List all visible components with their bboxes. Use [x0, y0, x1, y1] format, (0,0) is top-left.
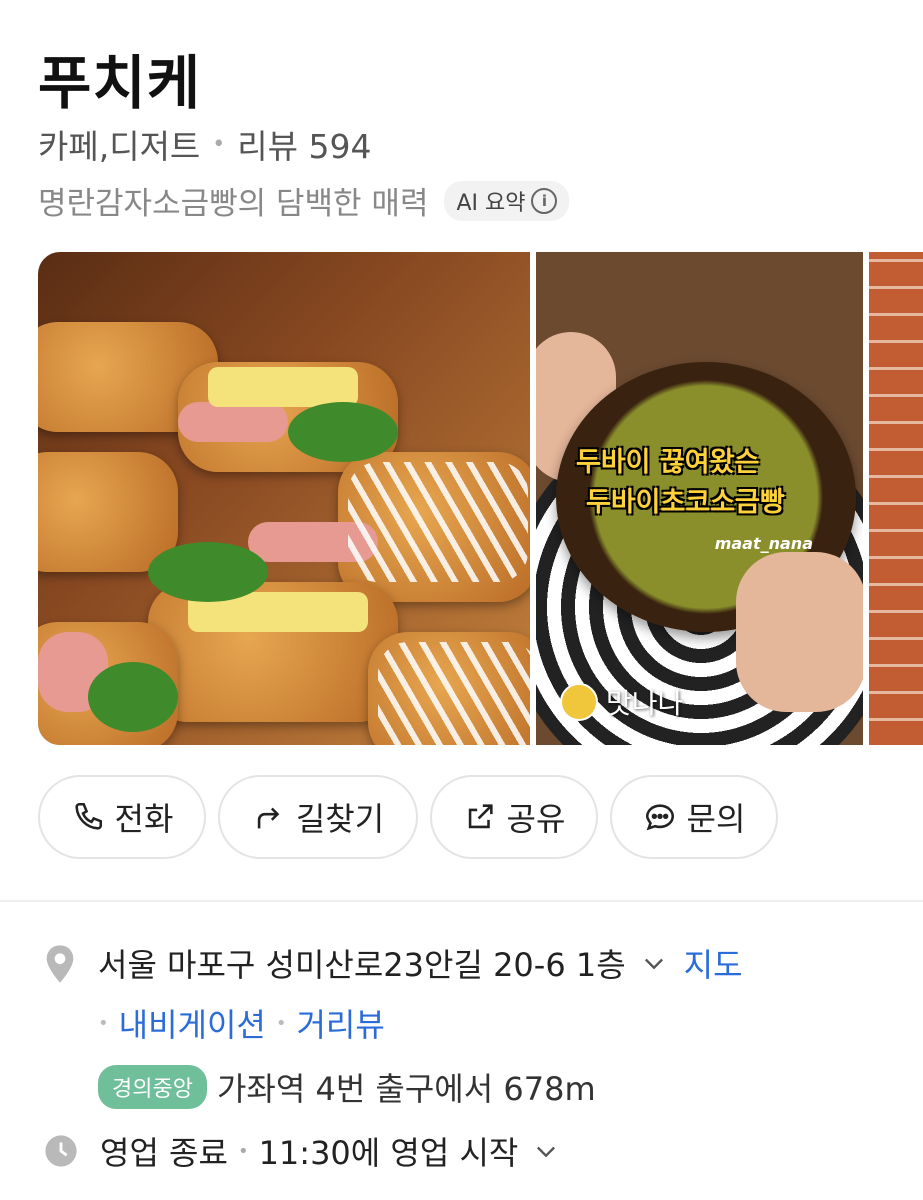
call-button[interactable]: 전화 — [38, 775, 206, 859]
separator-dot: • — [98, 1012, 109, 1034]
section-divider — [0, 900, 923, 902]
inquiry-label: 문의 — [686, 800, 746, 838]
photo-overlay-line1: 두바이 끊여왔슨 — [576, 447, 760, 478]
inquiry-button[interactable]: 문의 — [610, 775, 778, 859]
place-name: 푸치케 — [38, 49, 202, 117]
subway-line-badge: 경의중앙 — [98, 1065, 207, 1109]
map-link[interactable]: 지도 — [684, 940, 743, 986]
photo-overlay-line2: 두바이초코소금빵 — [586, 487, 785, 518]
photo-creator: 맛나나 — [560, 682, 683, 722]
photo-sandwiches[interactable] — [38, 252, 530, 745]
summary-text: 명란감자소금빵의 담백한 매력 — [38, 186, 429, 222]
business-hours[interactable]: 영업 종료 • 11:30에 영업 시작 — [44, 1128, 576, 1174]
creator-name: 맛나나 — [606, 687, 684, 720]
place-meta: 카페,디저트 • 리뷰 594 — [38, 120, 371, 168]
directions-button[interactable]: 길찾기 — [218, 775, 418, 859]
photo-dubai-choco-bread[interactable]: 두바이 끊여왔슨 두바이초코소금빵 maat_nana 맛나나 — [536, 252, 863, 745]
chevron-down-icon[interactable] — [640, 949, 668, 977]
chat-icon — [645, 804, 674, 831]
directions-label: 길찾기 — [295, 800, 385, 838]
action-buttons: 전화 길찾기 공유 문의 — [38, 775, 778, 859]
navigation-link[interactable]: 내비게이션 — [119, 1000, 266, 1046]
separator-dot: • — [212, 131, 226, 157]
phone-icon — [74, 802, 102, 830]
route-arrow-icon — [257, 807, 280, 829]
category: 카페,디저트 — [38, 127, 201, 166]
photo-partial[interactable] — [869, 252, 923, 745]
review-count-link[interactable]: 리뷰 594 — [237, 120, 371, 168]
separator-dot: • — [275, 1012, 287, 1034]
clock-icon — [45, 1135, 77, 1167]
address-text[interactable]: 서울 마포구 성미산로23안길 20-6 1층 — [98, 940, 626, 986]
ai-summary-badge[interactable]: AI 요약 i — [444, 180, 570, 221]
photo-gallery[interactable]: 두바이 끊여왔슨 두바이초코소금빵 maat_nana 맛나나 — [38, 252, 923, 745]
location-pin-icon — [46, 945, 74, 983]
share-button[interactable]: 공유 — [430, 775, 598, 859]
chevron-down-icon[interactable] — [532, 1137, 560, 1165]
separator-dot: • — [237, 1140, 249, 1162]
streetview-link[interactable]: 거리뷰 — [296, 1000, 384, 1046]
ai-summary: 명란감자소금빵의 담백한 매력 AI 요약 i — [38, 178, 570, 223]
photo-watermark: maat_nana — [714, 534, 813, 553]
call-label: 전화 — [114, 800, 174, 838]
creator-avatar — [560, 683, 598, 721]
ai-badge-label: AI 요약 — [456, 190, 526, 216]
address-section: 서울 마포구 성미산로23안길 20-6 1층 지도 • 내비게이션 • 거리뷰… — [44, 940, 743, 1110]
share-label: 공유 — [506, 800, 566, 838]
subway-distance: 가좌역 4번 출구에서 678m — [216, 1070, 596, 1108]
share-icon — [468, 804, 493, 829]
hours-next: 11:30에 영업 시작 — [258, 1134, 519, 1172]
hours-status: 영업 종료 — [100, 1134, 228, 1172]
info-icon[interactable]: i — [531, 187, 558, 214]
